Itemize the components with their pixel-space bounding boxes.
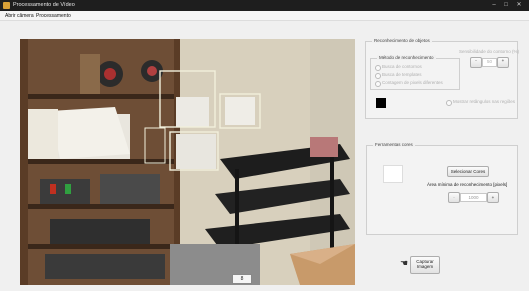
capture-button-line2: Imagem bbox=[416, 264, 434, 269]
menu-bar: Abrir câmera Processamento bbox=[0, 11, 529, 21]
color-tools-title: Ferramentas cores bbox=[373, 142, 415, 147]
detection-panel-title: Reconhecimento de objetos bbox=[372, 38, 432, 43]
color-tools-panel: Ferramentas cores Selecionar Cores Área … bbox=[366, 142, 518, 235]
detection-panel: Reconhecimento de objetos Método de reco… bbox=[365, 38, 520, 119]
method-radio-templates[interactable] bbox=[375, 73, 381, 79]
maximize-icon[interactable]: □ bbox=[501, 1, 511, 10]
threshold-label: Sensibilidade do contorno (%) bbox=[459, 49, 520, 54]
threshold-field[interactable]: 50 bbox=[482, 58, 497, 67]
frame-counter: 8 bbox=[232, 274, 252, 284]
menu-item-processing[interactable]: Processamento bbox=[36, 13, 71, 19]
method-label-templates: Busca de templates bbox=[382, 72, 422, 77]
app-icon bbox=[3, 2, 10, 9]
menu-item-open-camera[interactable]: Abrir câmera bbox=[5, 13, 34, 19]
threshold-decrease-button[interactable]: - bbox=[470, 57, 482, 68]
method-label-pixels: Contagem de pixels diferentes bbox=[382, 80, 443, 85]
method-radio-pixels[interactable] bbox=[375, 81, 381, 87]
detected-color-swatch bbox=[376, 98, 386, 108]
tolerance-decrease-button[interactable]: - bbox=[448, 192, 460, 203]
capture-image-button[interactable]: Capturar Imagem bbox=[410, 256, 440, 274]
selected-color-preview bbox=[383, 165, 403, 183]
method-group: Método de reconhecimento Busca de contor… bbox=[370, 55, 460, 90]
tolerance-label: Área mínima de reconhecimento [pixels] bbox=[427, 182, 508, 187]
window-title: Processamento de Vídeo bbox=[13, 2, 75, 8]
close-icon[interactable]: ✕ bbox=[514, 1, 524, 10]
select-color-button[interactable]: Selecionar Cores bbox=[447, 166, 489, 177]
method-group-title: Método de reconhecimento bbox=[377, 55, 436, 60]
show-rectangles-radio[interactable] bbox=[446, 100, 452, 106]
method-label-contours: Busca de contornos bbox=[382, 64, 422, 69]
camera-frame-image bbox=[20, 39, 355, 285]
hand-cursor-icon: ☚ bbox=[400, 258, 409, 268]
show-rectangles-label: Mostrar retângulos nas regiões bbox=[453, 99, 516, 104]
title-bar: Processamento de Vídeo – □ ✕ bbox=[0, 0, 529, 11]
camera-view[interactable]: 8 bbox=[20, 39, 355, 285]
minimize-icon[interactable]: – bbox=[489, 1, 499, 10]
tolerance-increase-button[interactable]: + bbox=[487, 192, 499, 203]
threshold-increase-button[interactable]: + bbox=[497, 57, 509, 68]
tolerance-field[interactable]: 1000 bbox=[460, 193, 487, 202]
method-radio-contours[interactable] bbox=[375, 65, 381, 71]
